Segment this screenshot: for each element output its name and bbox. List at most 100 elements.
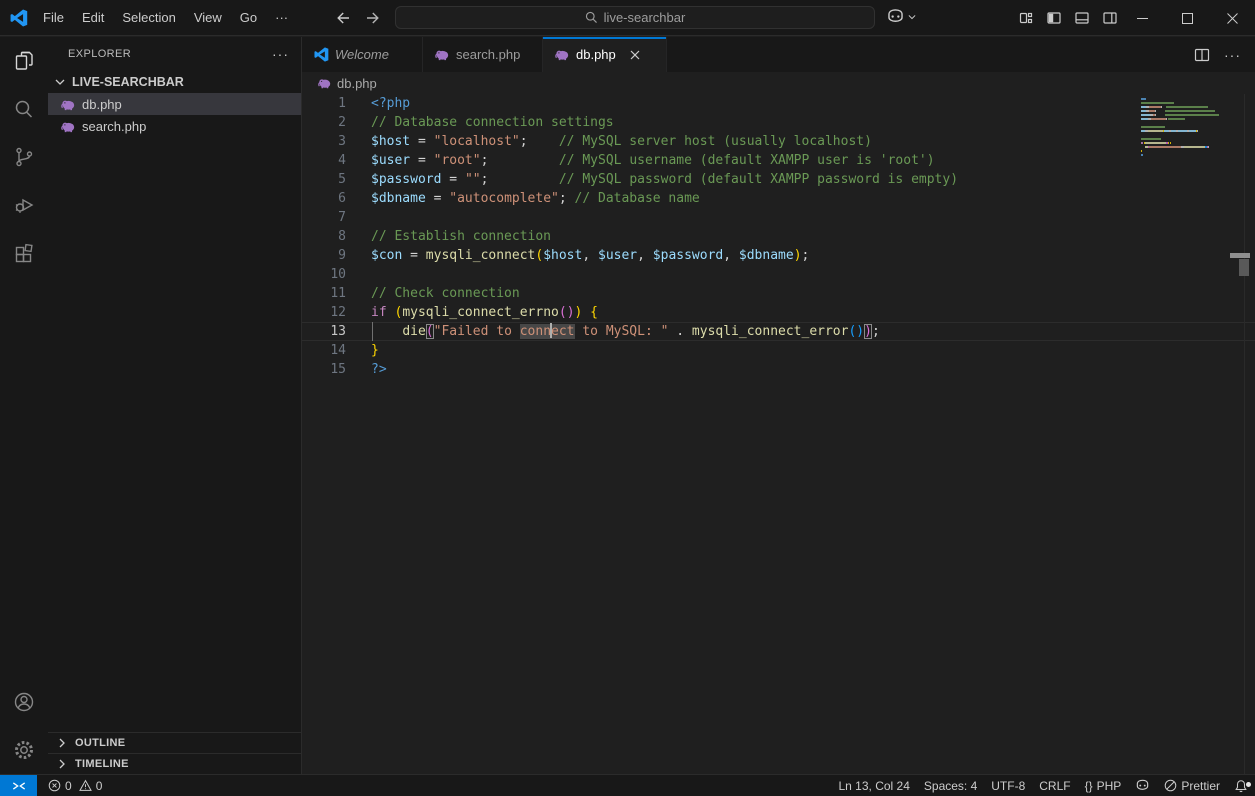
breadcrumb[interactable]: db.php <box>302 72 1255 94</box>
code-line[interactable]: 7 <box>302 208 1255 227</box>
code-line[interactable]: 8 // Establish connection <box>302 227 1255 246</box>
code-line[interactable]: 9 $con = mysqli_connect($host, $user, $pa… <box>302 246 1255 265</box>
eol-setting[interactable]: CRLF <box>1032 779 1077 793</box>
warnings-icon <box>78 779 92 791</box>
tab-search-php[interactable]: search.php <box>423 37 543 72</box>
extensions-icon[interactable] <box>0 229 48 277</box>
notification-dot <box>1246 781 1251 787</box>
language-mode[interactable]: {} PHP <box>1078 779 1129 793</box>
command-center-search[interactable]: live-searchbar <box>395 6 875 29</box>
editor-group: Welcome search.php db.php ··· db.php 1 <… <box>302 37 1255 774</box>
menu-more[interactable]: ··· <box>266 6 297 30</box>
code-line[interactable]: 3 $host = "localhost"; // MySQL server ho… <box>302 132 1255 151</box>
remote-indicator[interactable] <box>0 775 37 796</box>
file-search-php[interactable]: search.php <box>48 115 301 137</box>
chevron-right-icon <box>59 738 65 748</box>
code-line[interactable]: 11 // Check connection <box>302 284 1255 303</box>
code-line[interactable]: 4 $user = "root"; // MySQL username (defa… <box>302 151 1255 170</box>
code-line[interactable]: 14} <box>302 341 1255 360</box>
title-bar: File Edit Selection View Go ··· live-sea… <box>0 0 1255 36</box>
minimap[interactable] <box>1141 97 1223 157</box>
workspace-name: live-searchbar <box>603 10 686 25</box>
overview-ruler-selection-marker <box>1239 259 1249 276</box>
menu-go[interactable]: Go <box>231 6 266 30</box>
toggle-panel-icon[interactable] <box>1068 0 1096 36</box>
overview-ruler-cursor-marker <box>1230 253 1250 258</box>
code-line[interactable]: 2 // Database connection settings <box>302 113 1255 132</box>
code-line[interactable]: 12 if (mysqli_connect_errno()) { <box>302 303 1255 322</box>
customize-layout-icon[interactable] <box>1012 0 1040 36</box>
explorer-icon[interactable] <box>0 37 48 85</box>
code-line[interactable]: 1 <?php <box>302 94 1255 113</box>
line-number: 10 <box>330 267 346 282</box>
encoding-setting[interactable]: UTF-8 <box>984 779 1032 793</box>
timeline-section[interactable]: TIMELINE <box>48 753 301 774</box>
line-content: die("Failed to connect to MySQL: " . mys… <box>402 323 880 339</box>
indent-guide <box>372 322 373 341</box>
menu-selection[interactable]: Selection <box>113 6 184 30</box>
vscode-logo-icon <box>10 9 28 27</box>
line-number: 12 <box>330 305 346 320</box>
explorer-sidebar: EXPLORER ··· LIVE-SEARCHBAR db.php searc… <box>48 37 302 774</box>
window-controls <box>1120 0 1255 36</box>
copilot-menu[interactable] <box>886 7 917 26</box>
tab-bar: Welcome search.php db.php ··· <box>302 37 1255 72</box>
close-tab-icon[interactable] <box>630 50 640 60</box>
problems-indicator[interactable]: 0 0 <box>41 779 109 793</box>
line-number: 13 <box>330 324 346 339</box>
menu-view[interactable]: View <box>185 6 231 30</box>
accounts-icon[interactable] <box>0 678 48 726</box>
formatter-status[interactable]: Prettier <box>1157 779 1227 793</box>
outline-section[interactable]: OUTLINE <box>48 732 301 753</box>
code-line[interactable]: 5 $password = ""; // MySQL password (defa… <box>302 170 1255 189</box>
back-arrow-icon[interactable] <box>335 10 351 26</box>
vscode-window: File Edit Selection View Go ··· live-sea… <box>0 0 1255 796</box>
breadcrumb-item[interactable]: db.php <box>337 76 377 91</box>
line-content: $user = "root"; // MySQL username (defau… <box>371 153 935 168</box>
code-line[interactable]: 6 $dbname = "autocomplete"; // Database n… <box>302 189 1255 208</box>
code-line[interactable]: 13 die("Failed to connect to MySQL: " . … <box>302 322 1255 341</box>
explorer-more-actions[interactable]: ··· <box>272 46 289 62</box>
run-debug-icon[interactable] <box>0 181 48 229</box>
status-bar: 0 0 Ln 13, Col 24 Spaces: 4 UTF-8 CRLF {… <box>0 774 1255 796</box>
line-content: } <box>371 343 379 358</box>
tab-label: db.php <box>576 47 616 62</box>
forward-arrow-icon[interactable] <box>365 10 381 26</box>
more-actions-icon[interactable]: ··· <box>1224 47 1241 63</box>
maximize-icon[interactable] <box>1165 0 1210 36</box>
menu-edit[interactable]: Edit <box>73 6 113 30</box>
close-window-icon[interactable] <box>1210 0 1255 36</box>
warnings-count: 0 <box>95 778 103 793</box>
cursor-position[interactable]: Ln 13, Col 24 <box>832 779 917 793</box>
line-content: $dbname = "autocomplete"; // Database na… <box>371 191 700 206</box>
file-db-php[interactable]: db.php <box>48 93 301 115</box>
folder-live-searchbar[interactable]: LIVE-SEARCHBAR <box>48 71 301 93</box>
notifications-bell[interactable] <box>1227 779 1255 793</box>
toggle-primary-sidebar-icon[interactable] <box>1040 0 1068 36</box>
editor-actions: ··· <box>1194 37 1255 72</box>
code-line[interactable]: 15 ?> <box>302 360 1255 379</box>
layout-controls <box>1012 0 1124 36</box>
line-number: 2 <box>338 115 346 130</box>
copilot-status[interactable] <box>1128 778 1157 793</box>
tab-welcome[interactable]: Welcome <box>302 37 423 72</box>
source-control-icon[interactable] <box>0 133 48 181</box>
copilot-icon <box>1137 779 1149 790</box>
indentation-setting[interactable]: Spaces: 4 <box>917 779 984 793</box>
search-icon <box>585 11 597 23</box>
errors-count: 0 <box>65 778 72 793</box>
settings-gear-icon[interactable] <box>0 726 48 774</box>
split-editor-icon[interactable] <box>1194 47 1210 63</box>
line-number: 14 <box>330 343 346 358</box>
code-editor[interactable]: 1 <?php 2 // Database connection settings 3 $… <box>302 94 1255 774</box>
tab-db-php[interactable]: db.php <box>543 37 667 72</box>
chevron-down-icon <box>908 14 916 19</box>
menu-file[interactable]: File <box>34 6 73 30</box>
line-number: 11 <box>330 286 346 301</box>
code-line[interactable]: 10 <box>302 265 1255 284</box>
minimize-icon[interactable] <box>1120 0 1165 36</box>
line-content: <?php <box>371 96 411 111</box>
sidebar-sections: OUTLINE TIMELINE <box>48 732 301 774</box>
timeline-label: TIMELINE <box>75 758 129 770</box>
search-sidebar-icon[interactable] <box>0 85 48 133</box>
